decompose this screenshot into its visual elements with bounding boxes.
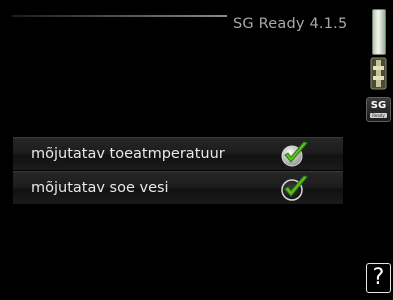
title-rule <box>12 15 227 17</box>
sg-ready-screen: SG Ready 4.1.5 SG Ready mõjutatav toeatm… <box>0 0 393 300</box>
sg-badge-sub: Ready <box>370 113 387 118</box>
sg-ready-badge-icon[interactable]: SG Ready <box>366 97 391 122</box>
scrollbar-icon[interactable] <box>372 9 386 55</box>
help-button[interactable]: ? <box>366 263 391 293</box>
checkbox-checked-icon[interactable] <box>280 140 311 169</box>
list-item-label: mõjutatav soe vesi <box>31 180 169 196</box>
page-title: SG Ready 4.1.5 <box>233 16 348 32</box>
list-item-affected-hot-water[interactable]: mõjutatav soe vesi <box>13 171 343 204</box>
list-item-affected-flow-temperature[interactable]: mõjutatav toeatmperatuur <box>13 137 343 170</box>
sg-badge-text: SG <box>370 100 387 111</box>
list-item-label: mõjutatav toeatmperatuur <box>31 146 225 162</box>
checkbox-checked-icon[interactable] <box>280 174 311 203</box>
slider-icon <box>370 57 387 90</box>
